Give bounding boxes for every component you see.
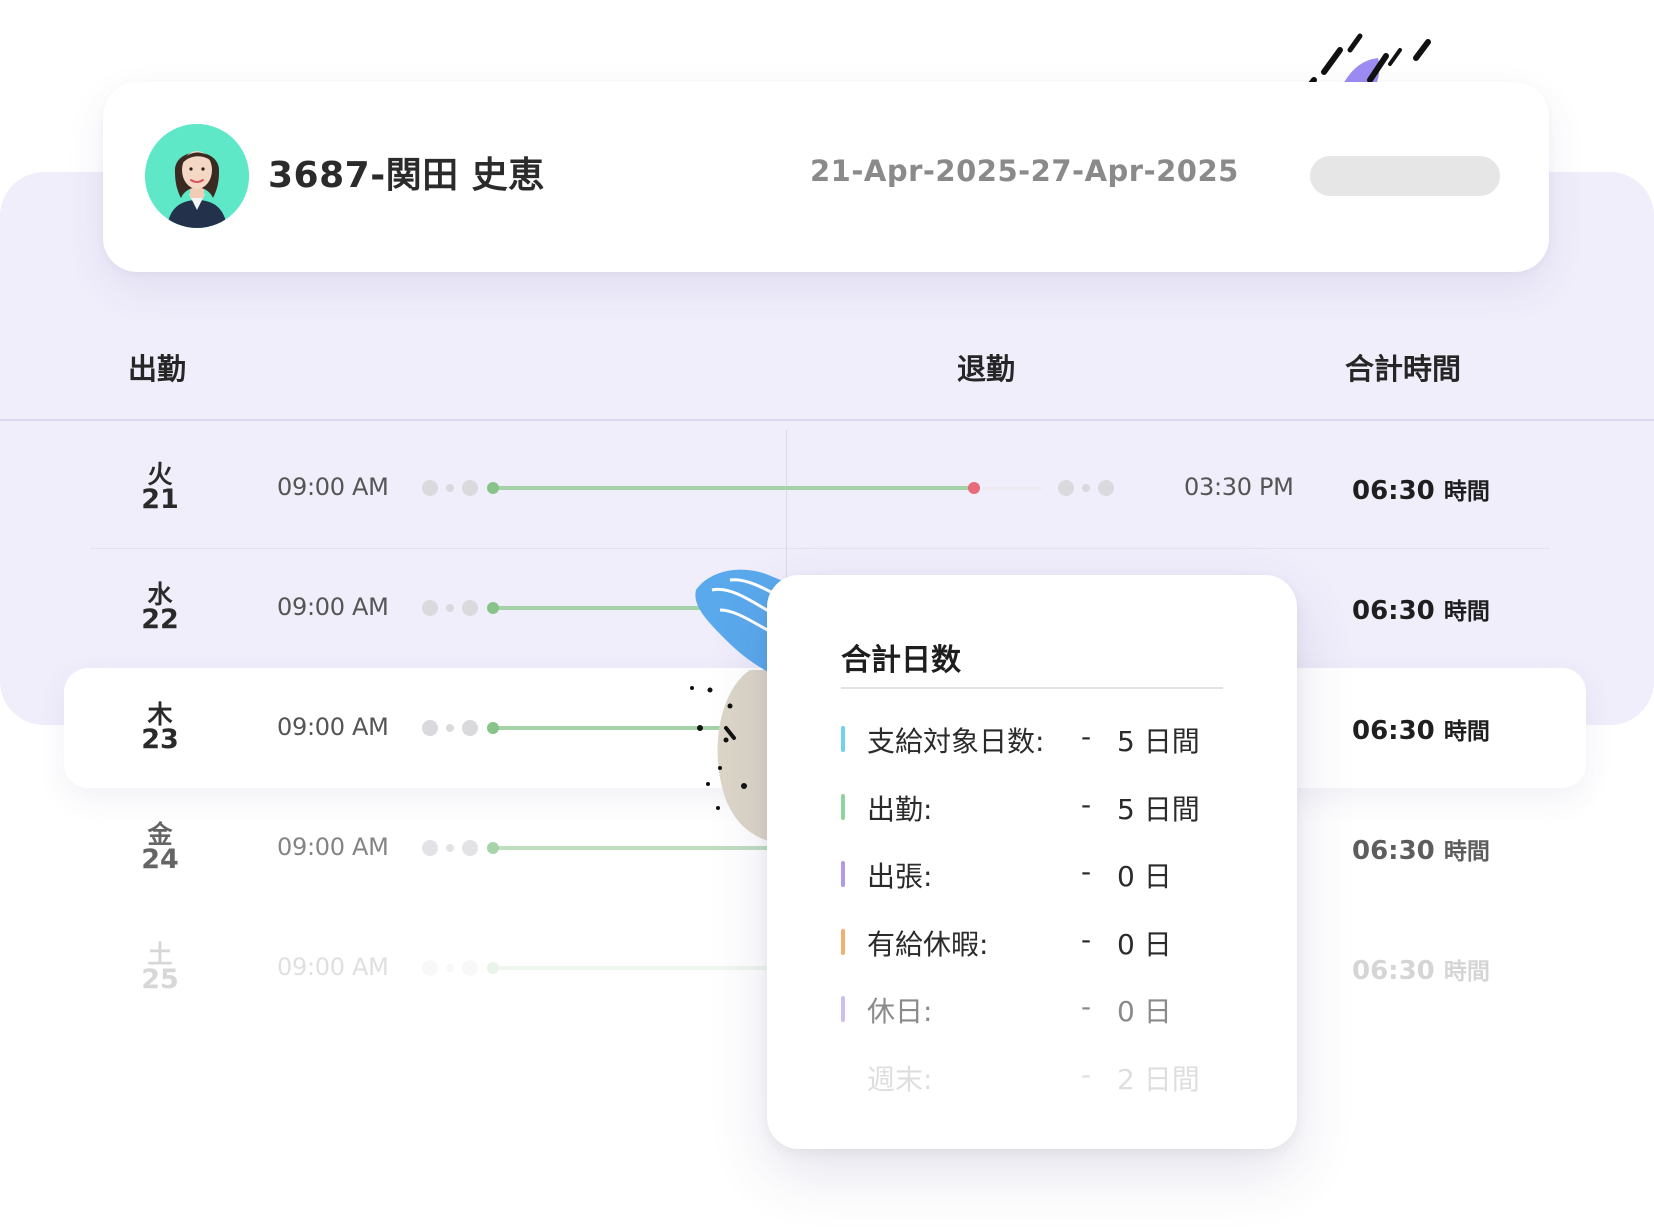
timeline-dot — [446, 964, 454, 972]
stat-color-bar — [841, 996, 845, 1022]
total-hours: 06:30 時間 — [1352, 836, 1490, 866]
timeline-dot — [446, 484, 454, 492]
timeline-dot — [446, 604, 454, 612]
stat-business-trip-days: 出張: - 0 日 — [841, 855, 1241, 895]
timeline-dot — [446, 844, 454, 852]
timeline-dot — [422, 720, 438, 736]
timeline-dot — [1058, 480, 1074, 496]
avatar[interactable] — [145, 124, 249, 228]
clock-out-marker — [968, 482, 980, 494]
clock-in-time: 09:00 AM — [277, 713, 389, 741]
total-hours: 06:30 時間 — [1352, 476, 1490, 506]
stat-paid-days: 支給対象日数: - 5 日間 — [841, 720, 1241, 760]
timeline-dot — [462, 840, 478, 856]
timeline-dot — [446, 724, 454, 732]
employee-card: 3687-関田 史恵 21-Apr-2025-27-Apr-2025 — [103, 82, 1549, 272]
clock-in-time: 09:00 AM — [277, 593, 389, 621]
total-hours: 06:30 時間 — [1352, 596, 1490, 626]
day-label: 土 25 — [141, 940, 179, 995]
stat-attendance-days: 出勤: - 5 日間 — [841, 788, 1241, 828]
clock-in-marker — [487, 842, 499, 854]
timeline-dot — [462, 720, 478, 736]
clock-in-marker — [487, 602, 499, 614]
clock-in-marker — [487, 482, 499, 494]
date-range[interactable]: 21-Apr-2025-27-Apr-2025 — [810, 154, 1239, 188]
clock-in-time: 09:00 AM — [277, 953, 389, 981]
timeline-dot — [462, 960, 478, 976]
column-header-clock-out: 退勤 — [957, 352, 1016, 386]
timeline-dot — [462, 600, 478, 616]
timeline-dot — [422, 840, 438, 856]
stat-color-bar — [841, 861, 845, 887]
timeline-dot — [422, 480, 438, 496]
clock-in-marker — [487, 962, 499, 974]
stat-paid-leave-days: 有給休暇: - 0 日 — [841, 923, 1241, 963]
timeline-dot — [422, 600, 438, 616]
day-label: 木 23 — [141, 700, 179, 755]
shift-duration-line — [493, 966, 773, 970]
clock-in-marker — [487, 722, 499, 734]
clock-out-time: 03:30 PM — [1184, 473, 1294, 501]
employee-name: 3687-関田 史恵 — [268, 155, 545, 196]
header-divider — [0, 419, 1654, 421]
total-hours: 06:30 時間 — [1352, 956, 1490, 986]
timeline-dot — [462, 480, 478, 496]
day-label: 金 24 — [141, 820, 179, 875]
day-label: 火 21 — [141, 460, 179, 515]
shift-duration-line — [493, 486, 975, 490]
total-days-popup: 合計日数 支給対象日数: - 5 日間 出勤: - 5 日間 出張: - 0 日… — [767, 575, 1297, 1149]
stat-color-bar — [841, 929, 845, 955]
stat-holiday-days: 休日: - 0 日 — [841, 990, 1241, 1030]
stat-color-bar — [841, 726, 845, 752]
clock-in-time: 09:00 AM — [277, 833, 389, 861]
timeline-dot — [1098, 480, 1114, 496]
clock-in-time: 09:00 AM — [277, 473, 389, 501]
row-divider — [90, 548, 1550, 549]
timeline-dot — [422, 960, 438, 976]
column-header-total-hours: 合計時間 — [1345, 352, 1462, 386]
day-label: 水 22 — [141, 580, 179, 635]
column-header-clock-in: 出勤 — [128, 352, 187, 386]
stat-color-bar — [841, 794, 845, 820]
total-hours: 06:30 時間 — [1352, 716, 1490, 746]
timeline-dot — [1082, 484, 1090, 492]
stat-weekend-days: 週末: - 2 日間 — [867, 1058, 1200, 1096]
status-pill-placeholder[interactable] — [1310, 156, 1500, 196]
popup-divider — [841, 687, 1223, 689]
popup-title: 合計日数 — [841, 643, 961, 678]
timeline-track — [982, 487, 1042, 490]
